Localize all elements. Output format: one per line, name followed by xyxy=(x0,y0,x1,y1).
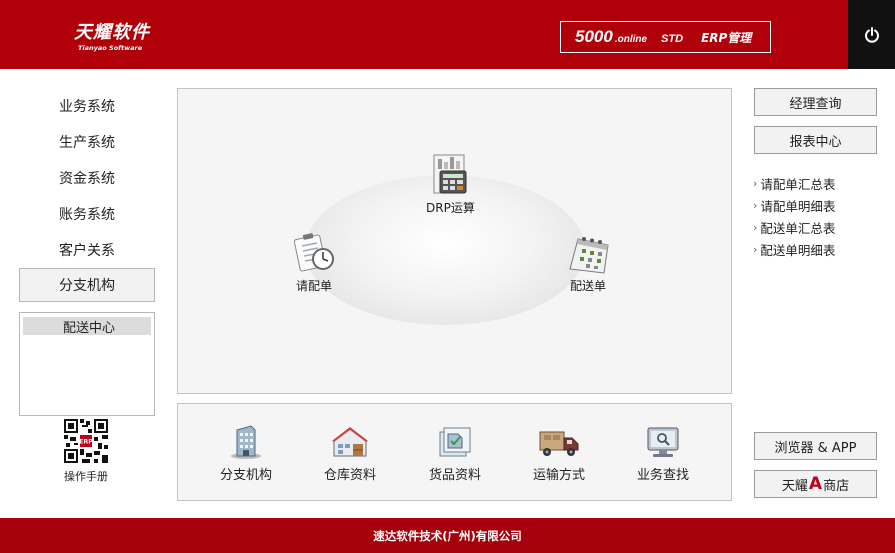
branch-list-item[interactable]: 配送中心 xyxy=(23,317,151,336)
edition-online: .online xyxy=(614,34,648,45)
flow-node-label: 配送单 xyxy=(569,279,606,293)
flow-node-drp[interactable]: DRP运算 xyxy=(426,153,475,216)
calendar-icon xyxy=(569,237,609,274)
sidebar-item-business[interactable]: 业务系统 xyxy=(19,89,155,123)
edition-number: 5000 xyxy=(575,27,613,46)
report-center-button[interactable]: 报表中心 xyxy=(754,126,877,154)
report-link-label: 配送单汇总表 xyxy=(760,220,836,236)
sidebar-item-label: 客户关系 xyxy=(59,243,115,259)
sidebar-item-production[interactable]: 生产系统 xyxy=(19,125,155,159)
tool-label: 运输方式 xyxy=(532,468,585,483)
sidebar-item-label: 业务系统 xyxy=(59,99,115,115)
sidebar-item-crm[interactable]: 客户关系 xyxy=(19,233,155,267)
report-link-delivery-detail[interactable]: › 配送单明细表 xyxy=(753,238,835,260)
chevron-right-icon: › xyxy=(753,176,758,190)
chevron-right-icon: › xyxy=(753,220,758,234)
edition-badge: 5000 .online STD ERP管理 xyxy=(560,21,771,53)
building-icon xyxy=(231,425,261,459)
sidebar-item-accounting[interactable]: 账务系统 xyxy=(19,197,155,231)
flow-node-delivery-order[interactable]: 配送单 xyxy=(564,231,612,294)
store-suffix: 商店 xyxy=(823,478,850,494)
sidebar-item-label: 账务系统 xyxy=(59,207,115,223)
power-button[interactable] xyxy=(848,0,895,69)
logo-text: 天耀软件 xyxy=(74,22,150,43)
header-bar: 天耀软件 Tianyao Software 5000 .online STD E… xyxy=(0,0,895,69)
svg-text:ERP: ERP xyxy=(79,438,93,446)
browser-app-button[interactable]: 浏览器 & APP xyxy=(754,432,877,460)
goods-box-icon xyxy=(439,427,471,457)
footer-company: 速达软件技术(广州)有限公司 xyxy=(373,528,522,543)
report-list: › 请配单汇总表 › 请配单明细表 › 配送单汇总表 › 配送单明细表 xyxy=(753,172,835,260)
report-link-label: 配送单明细表 xyxy=(760,242,836,258)
tool-transport[interactable]: 运输方式 xyxy=(519,424,599,483)
store-logo-letter: A xyxy=(808,473,823,494)
tool-warehouse[interactable]: 仓库资料 xyxy=(310,424,390,483)
app-logo: 天耀软件 Tianyao Software xyxy=(74,18,150,52)
edition-std: STD xyxy=(661,33,684,45)
tool-panel: 分支机构 仓库资料 货品资料 运输方式 业务查找 xyxy=(177,403,732,501)
sidebar-item-funds[interactable]: 资金系统 xyxy=(19,161,155,195)
report-link-label: 请配单汇总表 xyxy=(760,176,836,192)
tool-label: 业务查找 xyxy=(636,468,689,483)
warehouse-icon xyxy=(332,427,368,457)
store-prefix: 天耀 xyxy=(781,478,808,494)
app-store-button[interactable]: 天耀 A 商店 xyxy=(754,470,877,498)
tool-goods[interactable]: 货品资料 xyxy=(415,424,495,483)
tool-label: 分支机构 xyxy=(219,468,272,483)
branch-list[interactable]: 配送中心 xyxy=(19,312,155,416)
flow-node-request-order[interactable]: 请配单 xyxy=(291,231,337,294)
report-link-request-detail[interactable]: › 请配单明细表 xyxy=(753,194,835,216)
truck-icon xyxy=(539,431,579,456)
chevron-right-icon: › xyxy=(753,198,758,212)
clipboard-clock-icon xyxy=(293,233,334,272)
flow-node-label: DRP运算 xyxy=(426,201,475,215)
footer-bar: 速达软件技术(广州)有限公司 xyxy=(0,518,895,553)
report-link-request-summary[interactable]: › 请配单汇总表 xyxy=(753,172,835,194)
calculator-report-icon xyxy=(433,154,467,194)
edition-erp: ERP管理 xyxy=(701,31,752,45)
power-icon xyxy=(864,26,879,43)
sidebar-item-branch[interactable]: 分支机构 xyxy=(19,268,155,302)
tool-label: 货品资料 xyxy=(428,468,481,483)
tool-business-search[interactable]: 业务查找 xyxy=(623,424,703,483)
chevron-right-icon: › xyxy=(753,242,758,256)
report-link-label: 请配单明细表 xyxy=(760,198,836,214)
logo-subtext: Tianyao Software xyxy=(78,44,143,52)
sidebar-item-label: 分支机构 xyxy=(59,278,115,294)
sidebar-item-label: 生产系统 xyxy=(59,135,115,151)
flow-node-label: 请配单 xyxy=(295,279,332,293)
qr-code-icon[interactable]: ERP xyxy=(64,419,108,463)
tool-label: 仓库资料 xyxy=(323,468,376,483)
sidebar-item-label: 资金系统 xyxy=(59,171,115,187)
flow-panel: DRP运算 请配单 配送单 xyxy=(177,88,732,394)
report-link-delivery-summary[interactable]: › 配送单汇总表 xyxy=(753,216,835,238)
monitor-search-icon xyxy=(647,427,679,457)
tool-branch[interactable]: 分支机构 xyxy=(206,424,286,483)
manual-label[interactable]: 操作手册 xyxy=(56,468,116,484)
manager-query-button[interactable]: 经理查询 xyxy=(754,88,877,116)
